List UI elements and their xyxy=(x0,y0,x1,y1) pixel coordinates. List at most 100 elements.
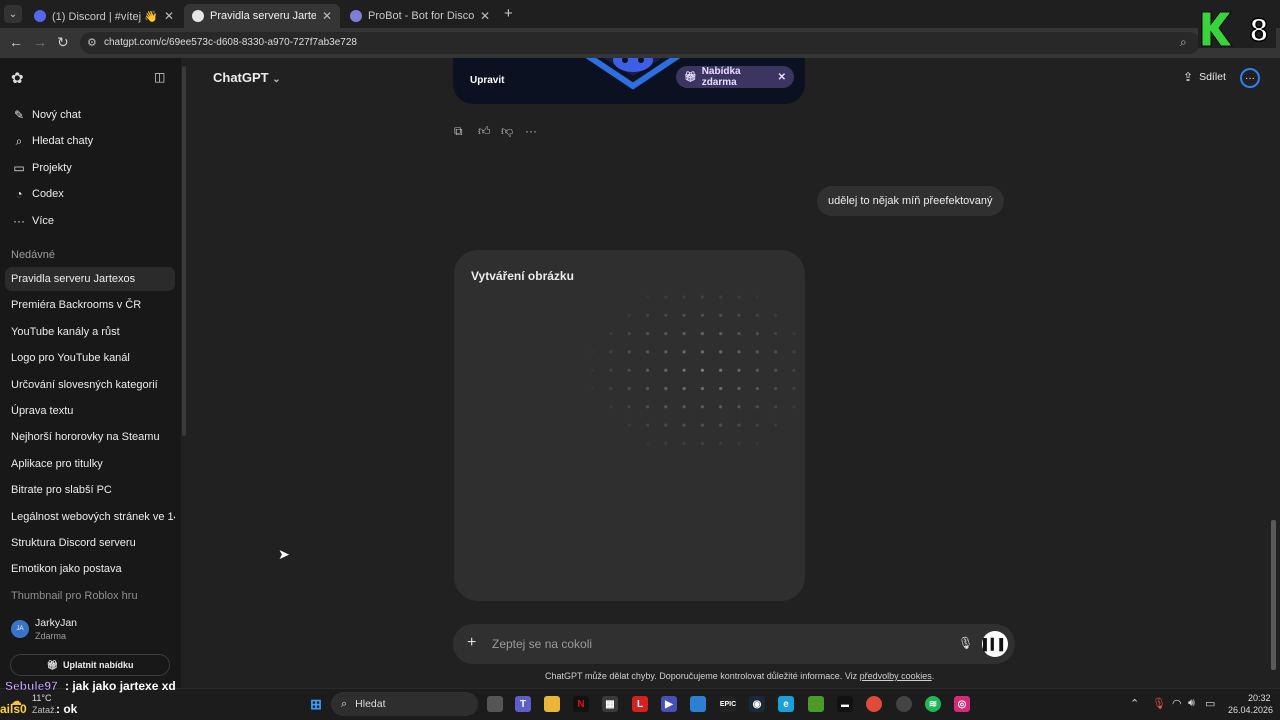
file-explorer-icon[interactable] xyxy=(544,696,560,712)
loading-dot xyxy=(645,313,650,317)
model-selector[interactable]: ChatGPT ⌄ xyxy=(213,70,281,85)
site-info-icon[interactable]: ⚙ xyxy=(87,36,97,49)
recent-chat-item[interactable]: Úprava textu xyxy=(5,399,175,423)
mouse-cursor-icon: ➤ xyxy=(278,546,290,562)
weather-description[interactable]: Zataž. xyxy=(32,705,57,715)
browser-tab-probot[interactable]: ProBot - Bot for Discord ✕ xyxy=(342,4,498,28)
new-chat-button[interactable]: ✎ Nový chat xyxy=(12,104,81,126)
instagram-icon[interactable]: ◎ xyxy=(954,696,970,712)
obs-icon[interactable] xyxy=(896,696,912,712)
loading-dot xyxy=(737,332,741,336)
cookie-preferences-link[interactable]: předvolby cookies xyxy=(860,671,932,681)
zoom-icon[interactable]: ⌕ xyxy=(1180,35,1187,50)
recent-chat-item[interactable]: Aplikace pro titulky xyxy=(5,452,175,476)
sidebar-scrollbar[interactable] xyxy=(182,66,186,436)
thumbs-down-icon[interactable]: 👎︎ xyxy=(501,124,513,139)
netflix-icon[interactable]: N xyxy=(573,696,589,712)
search-chats-button[interactable]: ⌕ Hledat chaty xyxy=(12,130,94,152)
disclaimer-end: . xyxy=(931,671,935,681)
new-tab-button[interactable]: + xyxy=(504,5,513,22)
store-icon[interactable]: ▦ xyxy=(602,696,618,712)
microphone-tray-icon[interactable]: 🎙︎ xyxy=(1152,697,1166,710)
volume-icon[interactable]: 🔊︎ xyxy=(1188,697,1195,710)
projects-button[interactable]: ▭ Projekty xyxy=(12,157,71,179)
recent-chat-item[interactable]: Nejhorší hororovky na Steamu xyxy=(5,425,175,449)
recent-chat-item[interactable]: Legálnost webových stránek ve 14 xyxy=(5,505,175,529)
toggle-sidebar-icon[interactable]: ◫ xyxy=(154,70,165,84)
taskbar-search[interactable]: ⌕ Hledat xyxy=(331,692,478,716)
recent-chat-item[interactable]: Pravidla serveru Jartexos xyxy=(5,267,175,291)
back-arrow-icon[interactable]: ← xyxy=(9,34,23,50)
app-blue-icon[interactable] xyxy=(690,696,706,712)
recent-chat-item[interactable]: Logo pro YouTube kanál xyxy=(5,346,175,370)
codex-button[interactable]: ◔ Codex xyxy=(12,183,63,205)
prompt-input[interactable]: Zeptej se na cokoli xyxy=(492,637,592,651)
minecraft-icon[interactable] xyxy=(808,696,824,712)
terminal-icon[interactable]: ▬ xyxy=(837,696,853,712)
openai-logo-icon[interactable]: ✿ xyxy=(11,69,24,87)
tab-search-button[interactable]: ⌄ xyxy=(4,5,22,23)
loading-dot xyxy=(682,332,686,336)
recent-chat-item[interactable]: YouTube kanály a růst xyxy=(5,320,175,344)
loading-dot xyxy=(719,350,723,354)
close-tab-icon[interactable]: ✕ xyxy=(480,9,490,23)
claim-offer-label: Uplatnit nabídku xyxy=(62,660,134,670)
loading-dot xyxy=(719,295,723,299)
teams-icon[interactable]: T xyxy=(515,696,531,712)
browser-tab-discord[interactable]: (1) Discord | #vítej 👋 | Jartexos ✕ xyxy=(26,4,182,28)
conversation-options-button[interactable]: ··· xyxy=(1240,68,1260,88)
recent-chat-item[interactable]: Struktura Discord serveru xyxy=(5,531,175,555)
loading-dot xyxy=(700,386,704,391)
recent-chat-item[interactable]: Emotikon jako postava xyxy=(5,557,175,581)
add-attachment-icon[interactable]: + xyxy=(467,634,476,652)
loading-dot xyxy=(700,313,704,317)
recent-chat-item[interactable]: Thumbnail pro Roblox hru xyxy=(5,584,175,608)
recent-chat-item[interactable]: Premiéra Backrooms v ČR xyxy=(5,293,175,317)
loading-dot xyxy=(737,405,741,409)
more-button[interactable]: ··· Více xyxy=(12,210,54,232)
clock-date[interactable]: 26.04.2026 xyxy=(1228,705,1273,715)
recent-chat-item[interactable]: Určování slovesných kategorií xyxy=(5,373,175,397)
tab-title: ProBot - Bot for Discord xyxy=(368,10,474,22)
loading-dot xyxy=(627,386,631,391)
loading-dot xyxy=(755,295,759,299)
tray-overflow-icon[interactable]: ⌃ xyxy=(1130,697,1139,710)
windows-start-icon[interactable]: ⊞ xyxy=(307,695,325,713)
url-text[interactable]: chatgpt.com/c/69ee573c-d608-8330-a970-72… xyxy=(104,37,357,48)
app-l-icon[interactable]: L xyxy=(632,696,648,712)
edge-icon[interactable]: e xyxy=(778,696,794,712)
main-scrollbar[interactable] xyxy=(1271,520,1276,670)
video-editor-icon[interactable]: ▶ xyxy=(661,696,677,712)
edit-image-label[interactable]: Upravit xyxy=(470,75,504,86)
microphone-icon[interactable]: 🎙︎ xyxy=(958,636,973,650)
avatar[interactable]: JA xyxy=(11,620,29,638)
close-icon[interactable]: ✕ xyxy=(778,72,786,83)
spotify-icon[interactable]: ≋ xyxy=(925,696,941,712)
loading-dot xyxy=(719,313,723,317)
user-name[interactable]: JarkyJan xyxy=(35,617,77,629)
claim-offer-button[interactable]: 🎁︎ Uplatnit nabídku xyxy=(10,654,170,676)
forward-arrow-icon[interactable]: → xyxy=(33,34,47,50)
free-offer-chip[interactable]: 🎁︎ Nabídka zdarma ✕ xyxy=(676,66,794,88)
task-view-icon[interactable] xyxy=(487,696,503,712)
close-tab-icon[interactable]: ✕ xyxy=(164,9,174,23)
copy-icon[interactable]: ⧉ xyxy=(454,124,463,139)
thumbs-up-icon[interactable]: 👍︎ xyxy=(478,124,491,139)
clock-time[interactable]: 20:32 xyxy=(1248,693,1271,703)
more-actions-icon[interactable]: ··· xyxy=(525,124,537,138)
close-tab-icon[interactable]: ✕ xyxy=(322,9,332,23)
epic-games-icon[interactable]: EPIC xyxy=(720,696,736,712)
battery-icon[interactable]: ▭ xyxy=(1205,697,1215,710)
voice-mode-button[interactable]: ▌▍▌ xyxy=(982,631,1008,657)
browser-tab-chatgpt[interactable]: Pravidla serveru Jartexos ✕ xyxy=(184,4,340,28)
chrome-icon[interactable] xyxy=(866,696,882,712)
weather-temperature[interactable]: 11°C xyxy=(32,693,51,703)
share-button[interactable]: ⇪ Sdílet xyxy=(1183,70,1226,84)
loading-dot xyxy=(755,405,759,409)
reload-icon[interactable]: ↻ xyxy=(57,34,69,51)
loading-dot xyxy=(700,332,704,336)
steam-icon[interactable]: ◉ xyxy=(749,696,765,712)
wifi-icon[interactable]: ◠ xyxy=(1172,697,1182,710)
recent-chat-item[interactable]: Bitrate pro slabší PC xyxy=(5,478,175,502)
loading-dot xyxy=(755,313,759,317)
